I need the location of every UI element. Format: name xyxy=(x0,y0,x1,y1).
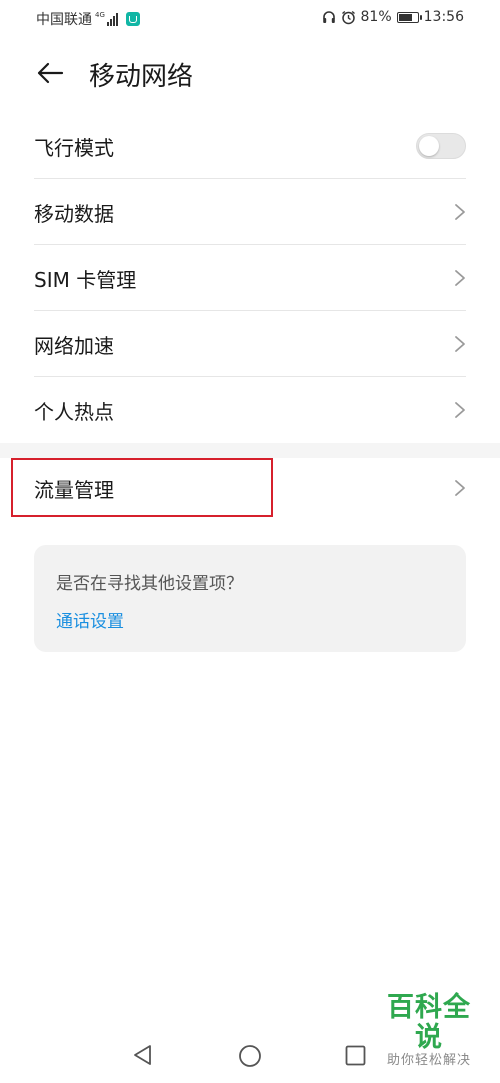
status-left: 中国联通 4G xyxy=(36,9,140,29)
battery-percent: 81% xyxy=(360,9,392,25)
personal-hotspot-label: 个人热点 xyxy=(34,399,114,424)
chevron-right-icon xyxy=(455,270,465,286)
network-acceleration-label: 网络加速 xyxy=(34,333,114,358)
chevron-right-icon xyxy=(455,402,465,418)
airplane-mode-label: 飞行模式 xyxy=(34,135,114,160)
nav-recent-icon[interactable] xyxy=(345,1045,366,1066)
status-bar: 中国联通 4G 81% 13:56 xyxy=(0,0,500,34)
nav-home-icon[interactable] xyxy=(238,1044,262,1068)
app-notification-icon xyxy=(125,12,140,26)
page-title: 移动网络 xyxy=(89,62,194,92)
call-settings-link[interactable]: 通话设置 xyxy=(56,607,124,632)
network-type: 4G xyxy=(95,11,105,19)
mobile-data-label: 移动数据 xyxy=(34,201,114,226)
airplane-mode-toggle[interactable] xyxy=(416,133,466,159)
sim-management-label: SIM 卡管理 xyxy=(34,267,137,292)
watermark: 百科全说 助你轻松解决 xyxy=(374,993,484,1069)
chevron-right-icon xyxy=(455,336,465,352)
suggestion-card: 是否在寻找其他设置项？ 通话设置 xyxy=(34,545,466,652)
airplane-mode-item[interactable]: 飞行模式 xyxy=(0,113,500,179)
status-right: 81% 13:56 xyxy=(317,9,464,25)
carrier-name: 中国联通 xyxy=(36,12,92,28)
arrow-left-icon xyxy=(37,62,64,84)
back-button[interactable] xyxy=(34,58,66,88)
section-gap xyxy=(0,443,500,458)
highlight-box xyxy=(11,458,273,517)
mobile-data-item[interactable]: 移动数据 xyxy=(0,179,500,245)
suggestion-question: 是否在寻找其他设置项？ xyxy=(56,574,243,594)
headset-icon xyxy=(322,11,335,23)
personal-hotspot-item[interactable]: 个人热点 xyxy=(0,377,500,443)
clock: 13:56 xyxy=(423,9,464,25)
battery-icon xyxy=(396,11,422,23)
watermark-main: 百科全说 xyxy=(387,992,471,1053)
nav-back-icon[interactable] xyxy=(131,1043,153,1067)
chevron-right-icon xyxy=(455,480,465,496)
signal-icon: 4G xyxy=(95,12,118,26)
watermark-sub: 助你轻松解决 xyxy=(386,1053,471,1068)
header: 移动网络 xyxy=(0,50,500,96)
sim-management-item[interactable]: SIM 卡管理 xyxy=(0,245,500,311)
alarm-icon xyxy=(341,10,355,24)
network-acceleration-item[interactable]: 网络加速 xyxy=(0,311,500,377)
toggle-knob xyxy=(419,136,439,156)
chevron-right-icon xyxy=(455,204,465,220)
